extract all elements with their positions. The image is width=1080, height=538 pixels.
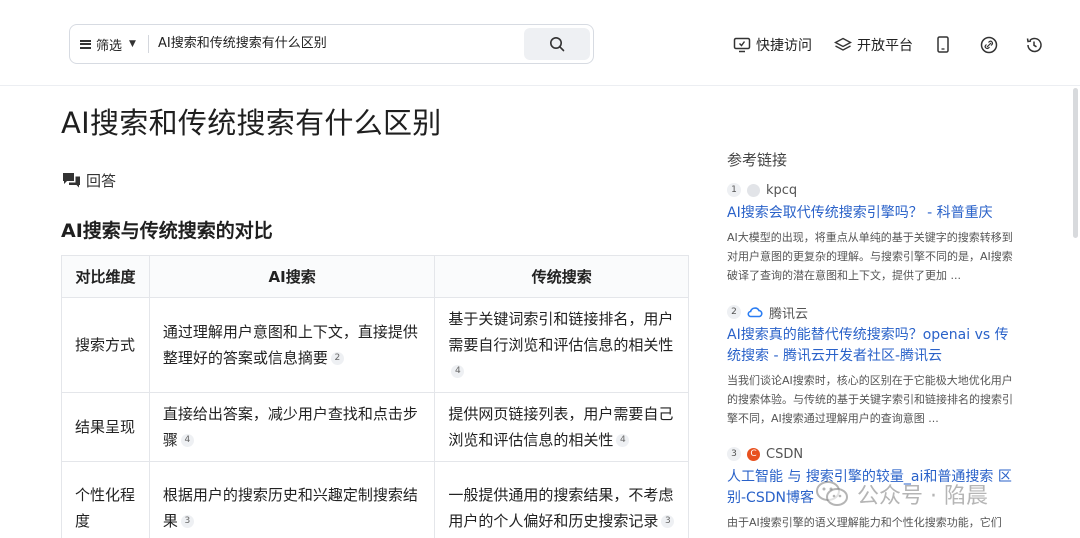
table-header-row: 对比维度 AI搜索 传统搜索 xyxy=(61,255,689,298)
cloud-logo-icon xyxy=(747,307,763,318)
table-cell-ai: 根据用户的搜索历史和兴趣定制搜索结果 3 xyxy=(148,461,436,538)
divider xyxy=(148,35,149,53)
source-name: 腾讯云 xyxy=(769,306,809,322)
table-header: 传统搜索 xyxy=(434,255,689,298)
open-platform-link[interactable]: 开放平台 xyxy=(834,35,913,55)
cell-text: 基于关键词索引和链接排名，用户需要自行浏览和评估信息的相关性 xyxy=(448,310,674,354)
reference-link[interactable]: AI搜索真的能替代传统搜索吗？openai vs 传统搜索 - 腾讯云开发者社区… xyxy=(727,325,1017,367)
watermark: 公众号 · 陷晨 xyxy=(815,478,988,510)
cell-text: 根据用户的搜索历史和兴趣定制搜索结果 xyxy=(162,485,418,530)
cell-text: 一般提供通用的搜索结果，不考虑用户的个人偏好和历史搜索记录 xyxy=(448,485,674,530)
citation-badge[interactable]: 4 xyxy=(616,434,630,447)
cell-text: 直接给出答案，减少用户查找和点击步骤 xyxy=(162,405,418,449)
citation-badge[interactable]: 3 xyxy=(180,514,194,528)
table-header: AI搜索 xyxy=(148,255,436,298)
search-box[interactable]: 筛选 ▼ AI搜索和传统搜索有什么区别 xyxy=(69,24,594,64)
open-platform-label: 开放平台 xyxy=(857,38,913,54)
reference-link[interactable]: AI搜索会取代传统搜索引擎吗？ - 科普重庆 xyxy=(727,203,1017,224)
citation-badge[interactable]: 3 xyxy=(661,514,675,528)
reference-source: 1 kpcq xyxy=(727,181,1017,199)
answer-label-row: 回答 xyxy=(62,170,116,191)
mobile-icon xyxy=(937,36,949,53)
cell-text: 提供网页链接列表，用户需要自己浏览和评估信息的相关性 xyxy=(448,405,674,449)
wechat-icon xyxy=(816,481,848,506)
cell-text: 通过理解用户意图和上下文，直接提供整理好的答案或信息摘要 xyxy=(162,323,418,367)
monitor-icon xyxy=(733,37,751,53)
filter-label: 筛选 xyxy=(96,38,123,54)
source-name: CSDN xyxy=(766,446,804,462)
menu-icon xyxy=(80,39,91,49)
table-row: 结果呈现 直接给出答案，减少用户查找和点击步骤 4 提供网页链接列表，用户需要自己… xyxy=(61,392,689,462)
reference-source: 2 腾讯云 xyxy=(727,303,1017,322)
table-cell-dimension: 搜索方式 xyxy=(61,297,150,393)
table-cell-traditional: 一般提供通用的搜索结果，不考虑用户的个人偏好和历史搜索记录 3 xyxy=(434,461,689,538)
link-icon xyxy=(980,36,998,54)
history-icon xyxy=(1026,37,1042,53)
citation-badge[interactable]: 4 xyxy=(451,365,465,378)
watermark-text: 公众号 · 陷晨 xyxy=(857,484,988,509)
scrollbar[interactable] xyxy=(1073,88,1078,238)
layers-icon xyxy=(834,37,852,51)
csdn-logo-icon: C xyxy=(747,447,760,461)
table-row: 个性化程度 根据用户的搜索历史和兴趣定制搜索结果 3 一般提供通用的搜索结果，不考… xyxy=(61,461,689,538)
page-title: AI搜索和传统搜索有什么区别 xyxy=(61,106,442,140)
chat-bubbles-icon xyxy=(63,173,80,188)
table-header: 对比维度 xyxy=(61,255,150,298)
reference-number: 1 xyxy=(727,183,741,197)
reference-source: 3 C CSDN xyxy=(727,445,1017,463)
source-name: kpcq xyxy=(766,182,798,198)
references-title: 参考链接 xyxy=(727,151,788,169)
search-button[interactable] xyxy=(524,28,590,60)
top-header: 筛选 ▼ AI搜索和传统搜索有什么区别 快捷访问 开放平台 xyxy=(0,0,1080,86)
section-heading: AI搜索与传统搜索的对比 xyxy=(61,220,273,242)
reference-item: 1 kpcq AI搜索会取代传统搜索引擎吗？ - 科普重庆 AI大模型的出现，将… xyxy=(727,181,1017,285)
reference-number: 3 xyxy=(727,447,741,461)
table-cell-traditional: 基于关键词索引和链接排名，用户需要自行浏览和评估信息的相关性 4 xyxy=(434,297,689,393)
search-icon xyxy=(550,37,565,52)
reference-snippet: 当我们谈论AI搜索时，核心的区别在于它能极大地优化用户的搜索体验。与传统的基于关… xyxy=(727,374,1013,425)
answer-label: 回答 xyxy=(86,172,117,190)
filter-dropdown[interactable]: 筛选 ▼ xyxy=(80,25,136,63)
citation-badge[interactable]: 2 xyxy=(330,352,344,365)
reference-number: 2 xyxy=(727,305,741,319)
history-button[interactable] xyxy=(1025,36,1043,58)
quick-access-label: 快捷访问 xyxy=(756,38,812,54)
table-cell-dimension: 个性化程度 xyxy=(61,461,150,538)
reference-item: 2 腾讯云 AI搜索真的能替代传统搜索吗？openai vs 传统搜索 - 腾讯… xyxy=(727,303,1017,428)
reference-snippet: 由于AI搜索引擎的语义理解能力和个性化搜索功能，它们 xyxy=(727,516,1002,529)
search-input[interactable]: AI搜索和传统搜索有什么区别 xyxy=(158,25,518,63)
reference-snippet: AI大模型的出现，将重点从单纯的基于关键字的搜索转移到对用户意图的更复杂的理解。… xyxy=(727,231,1013,282)
plugin-button[interactable] xyxy=(980,36,998,58)
site-logo-icon xyxy=(747,183,760,197)
table-cell-ai: 通过理解用户意图和上下文，直接提供整理好的答案或信息摘要 2 xyxy=(148,297,436,393)
caret-down-icon: ▼ xyxy=(129,39,136,49)
table-cell-traditional: 提供网页链接列表，用户需要自己浏览和评估信息的相关性 4 xyxy=(434,392,689,462)
comparison-table: 对比维度 AI搜索 传统搜索 搜索方式 通过理解用户意图和上下文，直接提供整理好… xyxy=(61,255,689,538)
mobile-button[interactable] xyxy=(936,36,950,57)
quick-access-link[interactable]: 快捷访问 xyxy=(733,35,812,55)
table-row: 搜索方式 通过理解用户意图和上下文，直接提供整理好的答案或信息摘要 2 基于关键词… xyxy=(61,297,689,393)
citation-badge[interactable]: 4 xyxy=(180,434,194,447)
table-cell-ai: 直接给出答案，减少用户查找和点击步骤 4 xyxy=(148,392,436,462)
table-cell-dimension: 结果呈现 xyxy=(61,392,150,462)
